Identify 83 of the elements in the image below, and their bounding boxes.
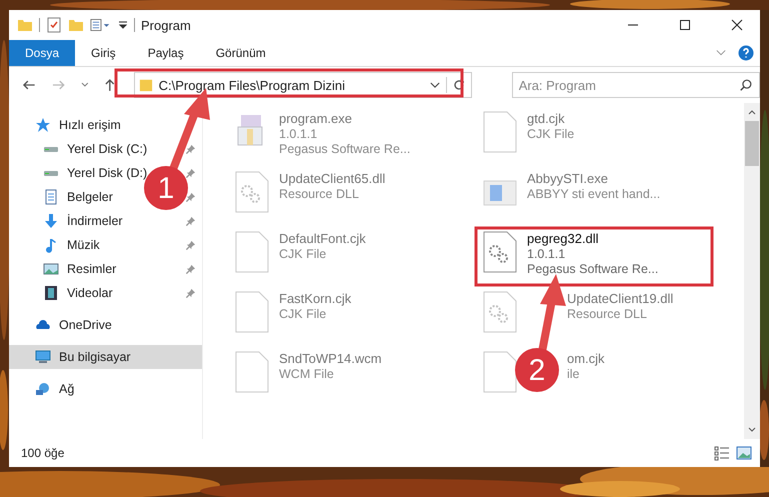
search-field[interactable]: Ara: Program [512,72,760,98]
file-detail: CJK File [527,127,574,141]
chevron-icon[interactable] [430,82,440,88]
pin-icon[interactable] [185,264,196,274]
sidebar-item[interactable]: Müzik [67,238,100,252]
document-icon [43,189,59,205]
file-name[interactable]: om.cjk [567,351,605,366]
file-name[interactable]: FastKorn.cjk [279,291,352,306]
sidebar-item[interactable]: Hızlı erişim [9,113,202,137]
file-detail: Resource DLL [279,187,359,201]
file-name[interactable]: SndToWP14.wcm [279,351,382,366]
sidebar-item[interactable]: OneDrive [9,313,202,337]
blank-file-icon [235,231,269,273]
gear-file-icon [483,231,517,273]
video-icon [43,285,59,301]
file-name[interactable]: DefaultFont.cjk [279,231,366,246]
blank-file-icon [483,351,517,393]
file-detail: CJK File [279,247,326,261]
scroll-thumb[interactable] [745,121,759,166]
image-icon [43,261,59,277]
file-name[interactable]: gtd.cjk [527,111,565,126]
blank-file-icon [483,111,517,153]
file-detail: WCM File [279,367,334,381]
sidebar-item[interactable]: Bu bilgisayar [9,345,202,369]
folder-icon [138,77,153,93]
pin-icon[interactable] [185,168,196,178]
scroll-down-icon[interactable] [747,426,757,434]
sidebar-item[interactable]: Belgeler [67,190,113,204]
file-detail: 1.0.1.1 [279,127,318,141]
file-name[interactable]: AbbyySTI.exe [527,171,608,186]
file-name[interactable]: pegreg32.dll [527,231,599,246]
scrollbar[interactable] [744,103,760,439]
refresh-icon[interactable] [446,77,467,93]
gear-file-icon [483,291,517,333]
help-icon[interactable] [738,45,754,61]
sidebar-item[interactable]: Resimler [67,262,116,276]
pin-icon[interactable] [185,192,196,202]
gear-file-icon [235,171,269,213]
file-detail: ABBYY sti event hand... [527,187,660,201]
drive-icon [43,146,59,152]
pin-icon[interactable] [185,288,196,298]
checklist-icon[interactable] [46,17,62,33]
computer-icon [35,349,51,365]
sidebar-item[interactable]: Ağ [9,377,202,401]
item-count: 100 öğe [21,446,64,460]
ribbon-tab[interactable]: Paylaş [132,40,200,66]
sidebar-item[interactable]: Yerel Disk (C:) [67,142,148,156]
chevron-icon[interactable] [80,81,90,89]
file-detail: Pegasus Software Re... [279,142,410,156]
file-name[interactable]: program.exe [279,111,352,126]
search-icon [739,78,754,92]
step-badge: 2 [515,348,559,392]
sidebar-item[interactable]: Yerel Disk (D:) [67,166,148,180]
details-view-icon[interactable] [714,445,730,461]
close-icon[interactable] [731,19,743,31]
download-icon [43,213,59,229]
file-name[interactable]: UpdateClient65.dll [279,171,386,186]
file-detail: ile [567,367,580,381]
network-icon [35,381,51,397]
music-icon [43,237,59,253]
address-bar[interactable]: C:\Program Files\Program Dizini [134,72,472,98]
maximize-icon[interactable] [679,19,691,31]
file-detail: 1.0.1.1 [527,247,566,261]
file-detail: Pegasus Software Re... [527,262,658,276]
sidebar-item[interactable]: Videolar [67,286,113,300]
file-detail: CJK File [279,307,326,321]
pin-icon[interactable] [185,216,196,226]
pin-icon[interactable] [185,144,196,154]
sidebar-item[interactable]: İndirmeler [67,214,123,228]
ribbon-tab[interactable]: Görünüm [200,40,282,66]
blank-file-icon [235,351,269,393]
file-name[interactable]: UpdateClient19.dll [567,291,674,306]
window-title: Program [141,18,191,32]
ribbon-tab[interactable]: Giriş [75,40,132,66]
file-detail: Resource DLL [567,307,647,321]
large-icons-view-icon[interactable] [736,445,752,461]
ribbon-tab[interactable]: Dosya [9,40,76,66]
properties-icon[interactable] [90,17,112,33]
blank-file-icon [235,291,269,333]
drive-icon [43,170,59,176]
scroll-up-icon[interactable] [747,108,757,116]
star-icon [35,117,51,133]
pin-icon[interactable] [185,240,196,250]
